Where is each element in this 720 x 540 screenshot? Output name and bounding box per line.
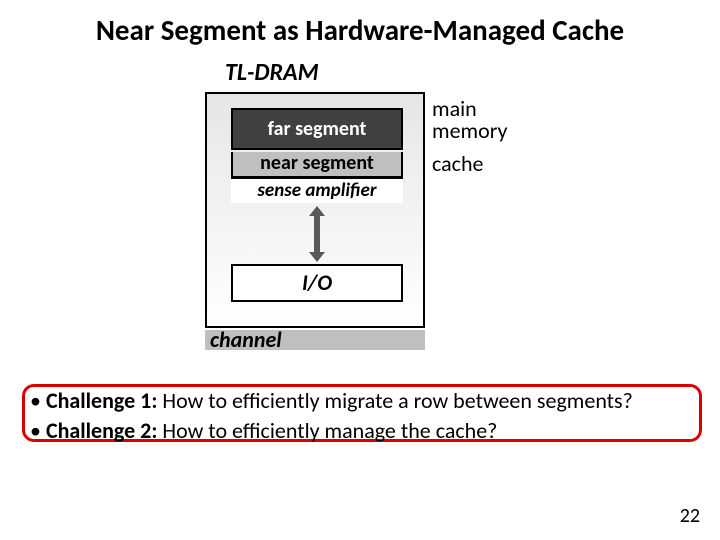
challenge-1-text: How to efficiently migrate a row between…: [157, 387, 632, 414]
slide-title: Near Segment as Hardware-Managed Cache: [0, 12, 720, 48]
internal-bus-arrow: [311, 206, 323, 262]
cache-label: cache: [432, 150, 483, 177]
arrow-shaft: [314, 214, 320, 254]
io-box: I/O: [231, 264, 403, 302]
challenge-2-label: Challenge 2:: [46, 417, 157, 444]
near-segment-box: near segment: [231, 152, 403, 178]
challenge-2-text: How to efficiently manage the cache?: [157, 417, 497, 444]
page-number: 22: [680, 504, 700, 528]
slide: Near Segment as Hardware-Managed Cache T…: [0, 0, 720, 540]
far-segment-box: far segment: [231, 108, 403, 150]
challenge-2-item: Challenge 2: How to efficiently manage t…: [30, 418, 690, 444]
main-memory-label: main memory: [432, 98, 507, 142]
main-memory-line2: memory: [432, 117, 507, 144]
tldram-label: TL-DRAM: [225, 58, 319, 87]
challenges-list: Challenge 1: How to efficiently migrate …: [30, 388, 690, 448]
sense-amplifier-label: sense amplifier: [231, 177, 403, 203]
dram-subarray-box: far segment near segment sense amplifier…: [205, 92, 425, 328]
arrow-down-icon: [309, 252, 325, 262]
challenge-1-item: Challenge 1: How to efficiently migrate …: [30, 388, 690, 414]
channel-label: channel: [210, 326, 282, 353]
challenge-1-label: Challenge 1:: [46, 387, 157, 414]
